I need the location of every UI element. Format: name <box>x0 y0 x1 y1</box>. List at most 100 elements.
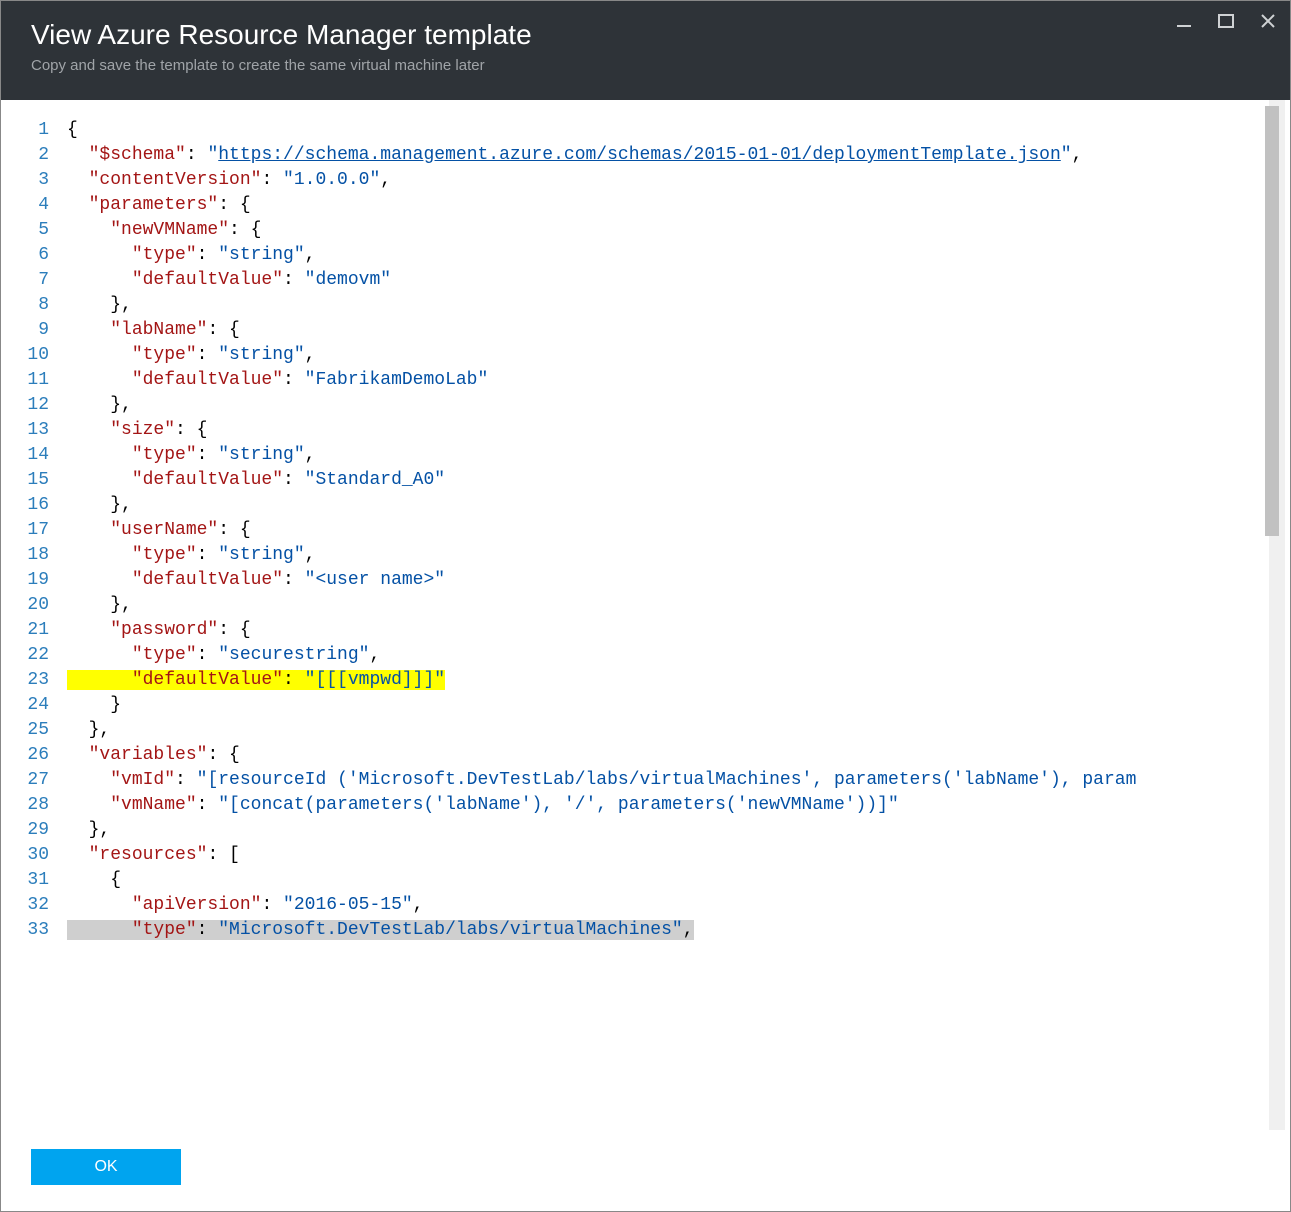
code-line[interactable]: 15 "defaultValue": "Standard_A0" <box>25 468 1290 493</box>
line-number: 2 <box>25 143 67 168</box>
line-number: 19 <box>25 568 67 593</box>
code-content[interactable]: "defaultValue": "FabrikamDemoLab" <box>67 368 1290 393</box>
code-editor[interactable]: 1{2 "$schema": "https://schema.managemen… <box>25 118 1290 1112</box>
code-line[interactable]: 12 }, <box>25 393 1290 418</box>
code-content[interactable]: "type": "string", <box>67 343 1290 368</box>
line-number: 31 <box>25 868 67 893</box>
line-number: 21 <box>25 618 67 643</box>
code-content[interactable]: "defaultValue": "<user name>" <box>67 568 1290 593</box>
code-line[interactable]: 28 "vmName": "[concat(parameters('labNam… <box>25 793 1290 818</box>
code-content[interactable]: "defaultValue": "demovm" <box>67 268 1290 293</box>
line-number: 15 <box>25 468 67 493</box>
dialog-title: View Azure Resource Manager template <box>31 19 1260 51</box>
code-line[interactable]: 24 } <box>25 693 1290 718</box>
code-line[interactable]: 2 "$schema": "https://schema.management.… <box>25 143 1290 168</box>
line-number: 3 <box>25 168 67 193</box>
code-line[interactable]: 26 "variables": { <box>25 743 1290 768</box>
code-content[interactable]: "size": { <box>67 418 1290 443</box>
code-line[interactable]: 27 "vmId": "[resourceId ('Microsoft.DevT… <box>25 768 1290 793</box>
code-line[interactable]: 5 "newVMName": { <box>25 218 1290 243</box>
code-content[interactable]: "defaultValue": "[[[vmpwd]]]" <box>67 668 1290 693</box>
line-number: 30 <box>25 843 67 868</box>
code-content[interactable]: "variables": { <box>67 743 1290 768</box>
code-line[interactable]: 1{ <box>25 118 1290 143</box>
line-number: 12 <box>25 393 67 418</box>
code-line[interactable]: 30 "resources": [ <box>25 843 1290 868</box>
code-content[interactable]: "newVMName": { <box>67 218 1290 243</box>
code-content[interactable]: "type": "string", <box>67 543 1290 568</box>
code-content[interactable]: "resources": [ <box>67 843 1290 868</box>
line-number: 24 <box>25 693 67 718</box>
line-number: 28 <box>25 793 67 818</box>
code-line[interactable]: 22 "type": "securestring", <box>25 643 1290 668</box>
code-line[interactable]: 29 }, <box>25 818 1290 843</box>
dialog-footer: OK <box>1 1130 1290 1211</box>
code-content[interactable]: "apiVersion": "2016-05-15", <box>67 893 1290 918</box>
code-content[interactable]: "$schema": "https://schema.management.az… <box>67 143 1290 168</box>
line-number: 32 <box>25 893 67 918</box>
code-content[interactable]: { <box>67 118 1290 143</box>
code-content[interactable]: "parameters": { <box>67 193 1290 218</box>
line-number: 33 <box>25 918 67 943</box>
code-editor-area: 1{2 "$schema": "https://schema.managemen… <box>1 100 1290 1130</box>
code-content[interactable]: "labName": { <box>67 318 1290 343</box>
code-content[interactable]: }, <box>67 293 1290 318</box>
code-content[interactable]: }, <box>67 718 1290 743</box>
code-content[interactable]: "type": "string", <box>67 243 1290 268</box>
code-line[interactable]: 14 "type": "string", <box>25 443 1290 468</box>
code-line[interactable]: 25 }, <box>25 718 1290 743</box>
code-line[interactable]: 21 "password": { <box>25 618 1290 643</box>
code-content[interactable]: "vmName": "[concat(parameters('labName')… <box>67 793 1290 818</box>
code-content[interactable]: "type": "Microsoft.DevTestLab/labs/virtu… <box>67 918 1290 943</box>
line-number: 22 <box>25 643 67 668</box>
code-line[interactable]: 31 { <box>25 868 1290 893</box>
code-content[interactable]: { <box>67 868 1290 893</box>
code-content[interactable]: }, <box>67 818 1290 843</box>
code-content[interactable]: }, <box>67 493 1290 518</box>
code-content[interactable]: } <box>67 693 1290 718</box>
code-content[interactable]: "contentVersion": "1.0.0.0", <box>67 168 1290 193</box>
line-number: 17 <box>25 518 67 543</box>
code-line[interactable]: 20 }, <box>25 593 1290 618</box>
code-line[interactable]: 11 "defaultValue": "FabrikamDemoLab" <box>25 368 1290 393</box>
code-line[interactable]: 8 }, <box>25 293 1290 318</box>
minimize-icon[interactable] <box>1174 11 1194 31</box>
code-line[interactable]: 3 "contentVersion": "1.0.0.0", <box>25 168 1290 193</box>
code-line[interactable]: 16 }, <box>25 493 1290 518</box>
code-line[interactable]: 10 "type": "string", <box>25 343 1290 368</box>
line-number: 10 <box>25 343 67 368</box>
code-line[interactable]: 13 "size": { <box>25 418 1290 443</box>
code-line[interactable]: 9 "labName": { <box>25 318 1290 343</box>
code-line[interactable]: 23 "defaultValue": "[[[vmpwd]]]" <box>25 668 1290 693</box>
line-number: 9 <box>25 318 67 343</box>
close-icon[interactable] <box>1258 11 1278 31</box>
code-content[interactable]: "type": "securestring", <box>67 643 1290 668</box>
code-line[interactable]: 19 "defaultValue": "<user name>" <box>25 568 1290 593</box>
code-line[interactable]: 32 "apiVersion": "2016-05-15", <box>25 893 1290 918</box>
maximize-icon[interactable] <box>1216 11 1236 31</box>
line-number: 16 <box>25 493 67 518</box>
line-number: 13 <box>25 418 67 443</box>
line-number: 25 <box>25 718 67 743</box>
code-content[interactable]: "defaultValue": "Standard_A0" <box>67 468 1290 493</box>
code-line[interactable]: 4 "parameters": { <box>25 193 1290 218</box>
line-number: 20 <box>25 593 67 618</box>
code-content[interactable]: }, <box>67 393 1290 418</box>
line-number: 18 <box>25 543 67 568</box>
code-content[interactable]: "password": { <box>67 618 1290 643</box>
code-line[interactable]: 33 "type": "Microsoft.DevTestLab/labs/vi… <box>25 918 1290 943</box>
code-content[interactable]: "userName": { <box>67 518 1290 543</box>
line-number: 8 <box>25 293 67 318</box>
code-content[interactable]: "type": "string", <box>67 443 1290 468</box>
ok-button[interactable]: OK <box>31 1149 181 1185</box>
code-content[interactable]: "vmId": "[resourceId ('Microsoft.DevTest… <box>67 768 1290 793</box>
code-line[interactable]: 7 "defaultValue": "demovm" <box>25 268 1290 293</box>
code-line[interactable]: 17 "userName": { <box>25 518 1290 543</box>
code-line[interactable]: 18 "type": "string", <box>25 543 1290 568</box>
code-content[interactable]: }, <box>67 593 1290 618</box>
line-number: 14 <box>25 443 67 468</box>
line-number: 1 <box>25 118 67 143</box>
title-bar: View Azure Resource Manager template Cop… <box>1 1 1290 100</box>
line-number: 7 <box>25 268 67 293</box>
code-line[interactable]: 6 "type": "string", <box>25 243 1290 268</box>
